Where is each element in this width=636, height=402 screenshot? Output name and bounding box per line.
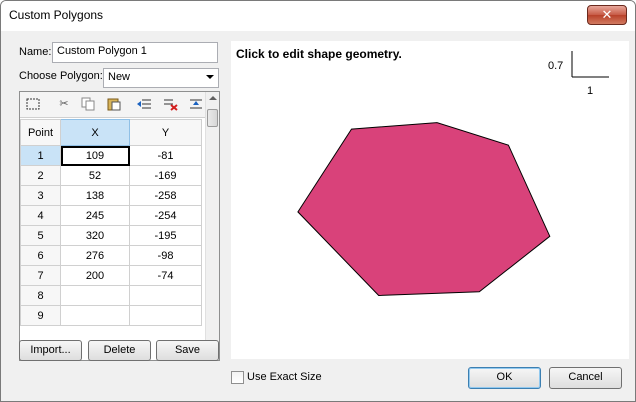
row-header[interactable]: 7 bbox=[20, 265, 61, 286]
cell-x[interactable]: 138 bbox=[60, 185, 130, 206]
use-exact-size-checkbox[interactable] bbox=[231, 371, 244, 384]
row-header[interactable]: 8 bbox=[20, 285, 61, 306]
cell-x[interactable]: 245 bbox=[60, 205, 130, 226]
custom-polygons-dialog: Custom Polygons ✕ Name: Custom Polygon 1… bbox=[0, 0, 636, 402]
points-table: Point X Y 1 109 -81 2 52 -169 3 138 -258… bbox=[20, 119, 202, 326]
table-row: 4 245 -254 bbox=[20, 205, 202, 226]
row-header[interactable]: 6 bbox=[20, 245, 61, 266]
table-row: 3 138 -258 bbox=[20, 185, 202, 206]
shape-preview-canvas[interactable]: Click to edit shape geometry. 0.7 1 bbox=[231, 41, 629, 359]
ok-button[interactable]: OK bbox=[468, 367, 541, 389]
cell-y[interactable]: -195 bbox=[129, 225, 202, 246]
cell-y[interactable]: -254 bbox=[129, 205, 202, 226]
name-input[interactable]: Custom Polygon 1 bbox=[52, 42, 218, 63]
table-row: 8 bbox=[20, 285, 202, 306]
column-header-x[interactable]: X bbox=[60, 119, 130, 146]
paste-icon[interactable] bbox=[106, 97, 122, 111]
row-header[interactable]: 2 bbox=[20, 165, 61, 186]
column-header-point: Point bbox=[20, 119, 61, 146]
scroll-thumb[interactable] bbox=[207, 109, 218, 127]
insert-row-icon[interactable] bbox=[136, 97, 152, 111]
cell-x[interactable] bbox=[60, 285, 130, 306]
table-row: 1 109 -81 bbox=[20, 145, 202, 166]
table-row: 9 bbox=[20, 305, 202, 326]
grid-toolbar: ✂ bbox=[20, 92, 206, 118]
use-exact-size-label: Use Exact Size bbox=[247, 371, 322, 383]
name-label: Name: bbox=[19, 46, 52, 58]
cell-x[interactable]: 109 bbox=[60, 145, 130, 166]
cell-x[interactable]: 200 bbox=[60, 265, 130, 286]
cell-x[interactable]: 52 bbox=[60, 165, 130, 186]
dialog-body: Name: Custom Polygon 1 Choose Polygon: N… bbox=[1, 31, 635, 401]
shape-preview-svg bbox=[297, 51, 609, 297]
cell-x[interactable]: 320 bbox=[60, 225, 130, 246]
select-icon[interactable] bbox=[25, 97, 41, 111]
cut-icon[interactable]: ✂ bbox=[56, 97, 72, 111]
close-button[interactable]: ✕ bbox=[587, 5, 627, 25]
row-header[interactable]: 5 bbox=[20, 225, 61, 246]
choose-polygon-value: New bbox=[108, 71, 131, 83]
choose-polygon-dropdown[interactable]: New bbox=[103, 68, 219, 88]
delete-row-icon[interactable] bbox=[162, 97, 178, 111]
table-row: 6 276 -98 bbox=[20, 245, 202, 266]
row-header[interactable]: 3 bbox=[20, 185, 61, 206]
add-row-icon[interactable] bbox=[188, 97, 204, 111]
delete-button[interactable]: Delete bbox=[88, 340, 151, 361]
table-row: 7 200 -74 bbox=[20, 265, 202, 286]
chevron-down-icon bbox=[206, 75, 214, 79]
cell-y[interactable]: -81 bbox=[129, 145, 202, 166]
cell-y[interactable]: -98 bbox=[129, 245, 202, 266]
title-bar: Custom Polygons ✕ bbox=[1, 1, 635, 31]
custom-polygon-shape[interactable] bbox=[297, 122, 551, 297]
cell-y[interactable]: -169 bbox=[129, 165, 202, 186]
save-button[interactable]: Save bbox=[156, 340, 219, 361]
cell-y[interactable]: -258 bbox=[129, 185, 202, 206]
row-header[interactable]: 9 bbox=[20, 305, 61, 326]
cell-x[interactable] bbox=[60, 305, 130, 326]
row-header[interactable]: 1 bbox=[20, 145, 61, 166]
import-button[interactable]: Import... bbox=[19, 340, 82, 361]
cell-y[interactable] bbox=[129, 305, 202, 326]
grid-scrollbar[interactable] bbox=[205, 92, 219, 360]
table-row: 2 52 -169 bbox=[20, 165, 202, 186]
window-title: Custom Polygons bbox=[9, 8, 104, 22]
scroll-up-icon[interactable] bbox=[209, 96, 217, 100]
points-grid: ✂ Point X Y 1 109 -81 2 52 -169 3 138 -2… bbox=[19, 91, 220, 361]
cell-y[interactable] bbox=[129, 285, 202, 306]
cell-x[interactable]: 276 bbox=[60, 245, 130, 266]
copy-icon[interactable] bbox=[80, 97, 96, 111]
cancel-button[interactable]: Cancel bbox=[549, 367, 622, 389]
table-row: 5 320 -195 bbox=[20, 225, 202, 246]
cell-y[interactable]: -74 bbox=[129, 265, 202, 286]
row-header[interactable]: 4 bbox=[20, 205, 61, 226]
scale-indicator bbox=[571, 51, 609, 78]
column-header-y[interactable]: Y bbox=[129, 119, 202, 146]
choose-polygon-label: Choose Polygon: bbox=[19, 70, 103, 82]
